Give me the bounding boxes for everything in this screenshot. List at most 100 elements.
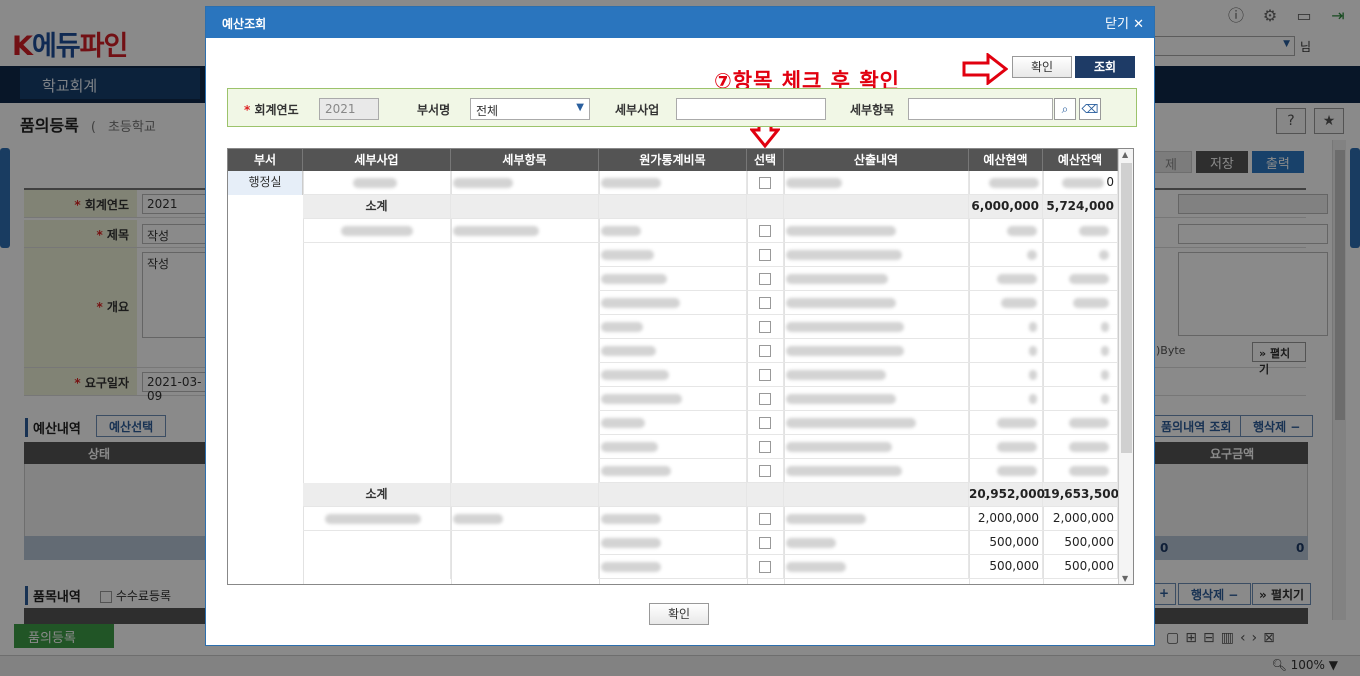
select-checkbox[interactable] <box>759 344 771 357</box>
blurred-cell <box>969 267 1043 291</box>
redacted-text <box>786 297 896 308</box>
redacted-text <box>786 273 888 284</box>
select-checkbox[interactable] <box>759 320 771 333</box>
blurred-cell <box>969 459 1043 483</box>
search-button[interactable]: 조회 <box>1075 56 1135 78</box>
redacted-text <box>1069 417 1109 428</box>
search-magnifier-icon[interactable]: ⌕ <box>1054 98 1076 120</box>
redacted-text <box>1029 369 1037 380</box>
subtotal-label: 소계 <box>303 195 451 219</box>
merged-cell <box>303 363 451 387</box>
select-checkbox[interactable] <box>759 392 771 405</box>
grid-header-col-1[interactable]: 세부사업 <box>303 149 451 171</box>
redacted-text <box>1029 321 1037 332</box>
eraser-icon[interactable]: ⌫ <box>1079 98 1101 120</box>
redacted-text <box>601 465 671 476</box>
blurred-cell <box>1043 411 1118 435</box>
redacted-text <box>1101 393 1109 404</box>
balance-amount-cell: 19,653,500 <box>1043 483 1119 507</box>
fiscal-year-label: * 회계연도 <box>244 103 299 117</box>
dialog-close-button[interactable]: 닫기 ✕ <box>1105 13 1144 32</box>
redacted-text <box>997 417 1037 428</box>
dept-label: 부서명 <box>417 103 451 117</box>
confirm-button-bottom[interactable]: 확인 <box>649 603 709 625</box>
blurred-cell <box>784 387 969 411</box>
select-checkbox[interactable] <box>759 224 771 237</box>
redacted-text <box>1029 393 1037 404</box>
dept-select[interactable]: 전체 ▼ <box>470 98 590 120</box>
sub-item-input[interactable] <box>908 98 1053 120</box>
subtotal-empty-cell <box>747 195 784 219</box>
select-checkbox[interactable] <box>759 296 771 309</box>
redacted-text <box>325 513 421 524</box>
blurred-cell <box>784 291 969 315</box>
blurred-cell <box>599 435 747 459</box>
redacted-text <box>786 393 896 404</box>
select-checkbox[interactable] <box>759 176 771 189</box>
sub-item-label: 세부항목 <box>850 103 895 117</box>
sub-project-input[interactable] <box>676 98 826 120</box>
select-checkbox[interactable] <box>759 368 771 381</box>
blurred-cell <box>784 555 969 579</box>
select-checkbox[interactable] <box>759 440 771 453</box>
grid-header-col-2[interactable]: 세부항목 <box>451 149 599 171</box>
confirm-button-top[interactable]: 확인 <box>1012 56 1072 78</box>
balance-amount-cell: 2,000,000 <box>1043 507 1118 531</box>
merged-cell <box>451 411 599 435</box>
scroll-down-icon[interactable]: ▼ <box>1122 574 1128 583</box>
budget-grid: 부서 세부사업 세부항목 원가통계비목 선택 산출내역 예산현액 예산잔액 행정실 0 소계 6,00… <box>227 148 1134 585</box>
scroll-thumb[interactable] <box>1121 163 1132 453</box>
select-checkbox-cell <box>747 219 784 243</box>
blurred-cell <box>599 363 747 387</box>
blurred-cell <box>1043 291 1118 315</box>
redacted-text <box>786 537 836 548</box>
merged-cell <box>451 435 599 459</box>
blurred-cell <box>599 219 747 243</box>
select-checkbox[interactable] <box>759 248 771 261</box>
select-checkbox[interactable] <box>759 464 771 477</box>
select-checkbox[interactable] <box>759 560 771 573</box>
merged-cell <box>303 243 451 267</box>
grid-header-col-6[interactable]: 예산현액 <box>969 149 1043 171</box>
merged-cell <box>303 531 451 555</box>
close-icon: ✕ <box>1133 17 1144 32</box>
blurred-cell <box>1043 459 1118 483</box>
grid-header-col-0[interactable]: 부서 <box>228 149 303 171</box>
dialog-header: 예산조회 닫기 ✕ <box>206 7 1154 38</box>
scroll-up-icon[interactable]: ▲ <box>1122 150 1128 159</box>
budget-amount-cell: 500,000 <box>969 531 1043 555</box>
redacted-text <box>989 177 1039 188</box>
budget-amount-cell: 6,000,000 <box>969 195 1043 219</box>
select-checkbox[interactable] <box>759 512 771 525</box>
select-checkbox[interactable] <box>759 536 771 549</box>
blurred-cell <box>1043 267 1118 291</box>
redacted-text <box>341 225 413 236</box>
blurred-cell <box>969 171 1043 195</box>
grid-header-col-7[interactable]: 예산잔액 <box>1043 149 1118 171</box>
redacted-text <box>453 225 539 236</box>
balance-amount-cell: 0 <box>1043 171 1118 195</box>
grid-header-col-5[interactable]: 산출내역 <box>784 149 969 171</box>
budget-amount-cell: 20,952,000 <box>969 483 1045 507</box>
blurred-cell <box>451 507 599 531</box>
redacted-text <box>1101 321 1109 332</box>
redacted-text <box>786 441 892 452</box>
grid-vertical-scrollbar[interactable]: ▲ ▼ <box>1118 149 1133 584</box>
select-checkbox[interactable] <box>759 272 771 285</box>
merged-cell <box>303 555 451 579</box>
select-checkbox-cell <box>747 171 784 195</box>
blurred-cell <box>969 411 1043 435</box>
blurred-cell <box>784 435 969 459</box>
select-checkbox[interactable] <box>759 416 771 429</box>
budget-amount-cell: 500,000 <box>969 555 1043 579</box>
subtotal-empty-cell <box>451 195 599 219</box>
blurred-cell <box>784 315 969 339</box>
grid-header-col-4[interactable]: 선택 <box>747 149 784 171</box>
redacted-text <box>601 369 669 380</box>
grid-header-col-3[interactable]: 원가통계비목 <box>599 149 747 171</box>
redacted-text <box>601 297 680 308</box>
redacted-text <box>1101 345 1109 356</box>
merged-cell <box>451 363 599 387</box>
select-checkbox-cell <box>747 339 784 363</box>
blurred-cell <box>599 243 747 267</box>
